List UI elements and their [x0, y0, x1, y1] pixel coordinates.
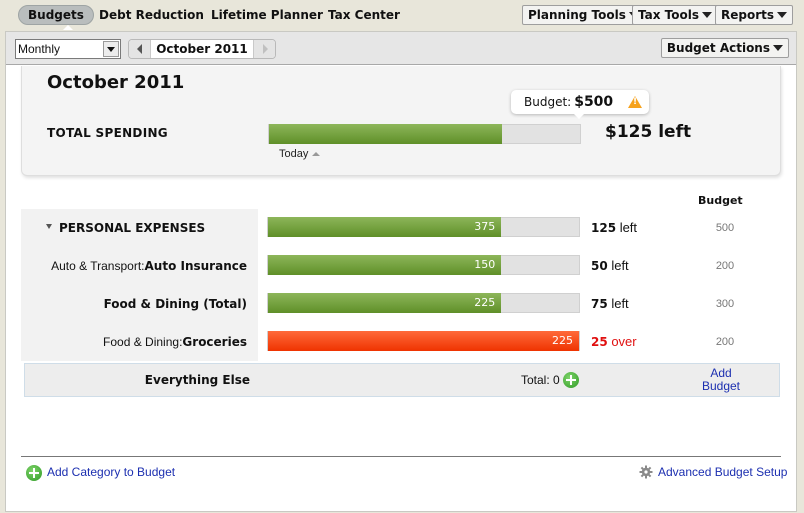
tax-tools-button[interactable]: Tax Tools	[632, 5, 718, 25]
reports-label: Reports	[721, 8, 775, 22]
category-name[interactable]: PERSONAL EXPENSES	[21, 209, 258, 247]
tab-budgets[interactable]: Budgets	[18, 5, 94, 30]
period-select-value: Monthly	[18, 42, 61, 56]
footer-divider	[21, 456, 781, 457]
add-budget-link[interactable]: Add Budget	[693, 367, 749, 393]
category-progress-fill: 375	[268, 217, 502, 237]
category-group-label: PERSONAL EXPENSES	[59, 221, 206, 235]
category-row[interactable]: Food & Dining:Groceries 225 25 over 200	[21, 323, 781, 361]
remaining-amount: 125	[591, 221, 617, 235]
category-name[interactable]: Food & Dining:Groceries	[21, 323, 258, 361]
category-row[interactable]: Auto & Transport:Auto Insurance 150 50 l…	[21, 247, 781, 285]
category-status: 25 over	[591, 323, 637, 361]
category-status: 50 left	[591, 247, 629, 285]
add-icon[interactable]	[563, 372, 579, 388]
total-spending-fill	[269, 124, 503, 144]
next-month-button[interactable]	[253, 40, 275, 58]
category-budget-value[interactable]: 500	[711, 209, 739, 247]
category-progress-bar: 375	[267, 217, 580, 237]
status-word: over	[611, 334, 637, 349]
advanced-setup-label: Advanced Budget Setup	[658, 465, 788, 479]
tab-tax-center[interactable]: Tax Center	[328, 5, 400, 25]
caret-up-icon	[312, 152, 321, 157]
collapse-triangle-icon[interactable]	[46, 224, 52, 229]
category-name[interactable]: Food & Dining (Total)	[21, 285, 258, 323]
status-word: left	[619, 220, 638, 235]
everything-else-total: Total: 0	[521, 373, 560, 387]
category-status: 75 left	[591, 285, 629, 323]
reports-button[interactable]: Reports	[715, 5, 794, 25]
planning-tools-button[interactable]: Planning Tools	[522, 5, 645, 25]
total-remaining: $125 left	[605, 122, 692, 142]
category-progress-bar: 225	[267, 331, 580, 351]
tab-debt-reduction[interactable]: Debt Reduction	[99, 5, 204, 25]
category-parent: Food & Dining:	[103, 335, 183, 349]
category-name[interactable]: Auto & Transport:Auto Insurance	[21, 247, 258, 285]
category-budget-value[interactable]: 200	[711, 323, 739, 361]
current-month-label: October 2011	[156, 42, 248, 56]
month-navigator: October 2011	[128, 39, 276, 59]
advanced-budget-setup-link[interactable]: Advanced Budget Setup	[639, 464, 787, 480]
today-label: Today	[279, 148, 309, 160]
chevron-down-icon	[773, 44, 783, 51]
budget-panel: Monthly October 2011 Budget Actions Octo…	[5, 31, 797, 512]
category-label: Auto Insurance	[144, 259, 248, 273]
budget-tooltip-amount: $500	[574, 94, 614, 110]
add-category-label: Add Category to Budget	[47, 465, 176, 479]
summary-card: October 2011 TOTAL SPENDING Today Budget…	[21, 66, 781, 176]
tab-lifetime-planner[interactable]: Lifetime Planner	[211, 5, 323, 25]
period-select[interactable]: Monthly	[15, 39, 121, 59]
category-row[interactable]: Food & Dining (Total) 225 75 left 300	[21, 285, 781, 323]
add-icon	[26, 464, 42, 481]
category-label: Food & Dining (Total)	[103, 297, 247, 311]
budget-actions-button[interactable]: Budget Actions	[660, 38, 789, 58]
gear-icon	[639, 465, 653, 479]
today-marker: Today	[279, 148, 321, 160]
chevron-down-icon	[777, 11, 788, 18]
category-progress-fill: 150	[268, 255, 502, 275]
category-progress-fill: 225	[268, 331, 579, 351]
warning-icon	[628, 96, 642, 108]
category-row[interactable]: PERSONAL EXPENSES 375 125 left 500	[21, 209, 781, 247]
budget-column-header: Budget	[698, 194, 743, 207]
everything-else-label: Everything Else	[144, 373, 250, 387]
add-budget-line2: Budget	[701, 379, 741, 393]
total-spending-bar	[268, 124, 581, 144]
category-parent: Auto & Transport:	[51, 259, 145, 273]
chevron-down-icon	[702, 11, 712, 18]
budget-actions-label: Budget Actions	[666, 41, 770, 55]
dropdown-arrow-icon[interactable]	[103, 41, 119, 57]
month-title: October 2011	[47, 72, 185, 93]
top-navigation: Budgets Debt Reduction Lifetime Planner …	[0, 0, 804, 31]
budget-tooltip-label: Budget:	[524, 95, 572, 109]
category-budget-value[interactable]: 200	[711, 247, 739, 285]
category-budget-value[interactable]: 300	[711, 285, 739, 323]
budget-toolbar: Monthly October 2011 Budget Actions	[6, 32, 796, 65]
category-label: Groceries	[182, 335, 247, 349]
status-word: left	[611, 296, 629, 311]
tax-tools-label: Tax Tools	[638, 8, 699, 22]
add-category-link[interactable]: Add Category to Budget	[26, 464, 175, 481]
category-status: 125 left	[591, 209, 637, 247]
total-spending-label: TOTAL SPENDING	[47, 126, 168, 140]
category-progress-bar: 150	[267, 255, 580, 275]
previous-month-button[interactable]	[129, 40, 151, 58]
planning-tools-label: Planning Tools	[528, 8, 626, 22]
budget-tooltip: Budget: $500	[511, 90, 649, 119]
over-amount: 25	[591, 335, 608, 349]
category-progress-bar: 225	[267, 293, 580, 313]
remaining-amount: 50	[591, 259, 608, 273]
everything-else-row: Everything Else Total: 0 Add Budget	[24, 363, 780, 397]
status-word: left	[611, 258, 629, 273]
category-progress-fill: 225	[268, 293, 502, 313]
remaining-amount: 75	[591, 297, 608, 311]
